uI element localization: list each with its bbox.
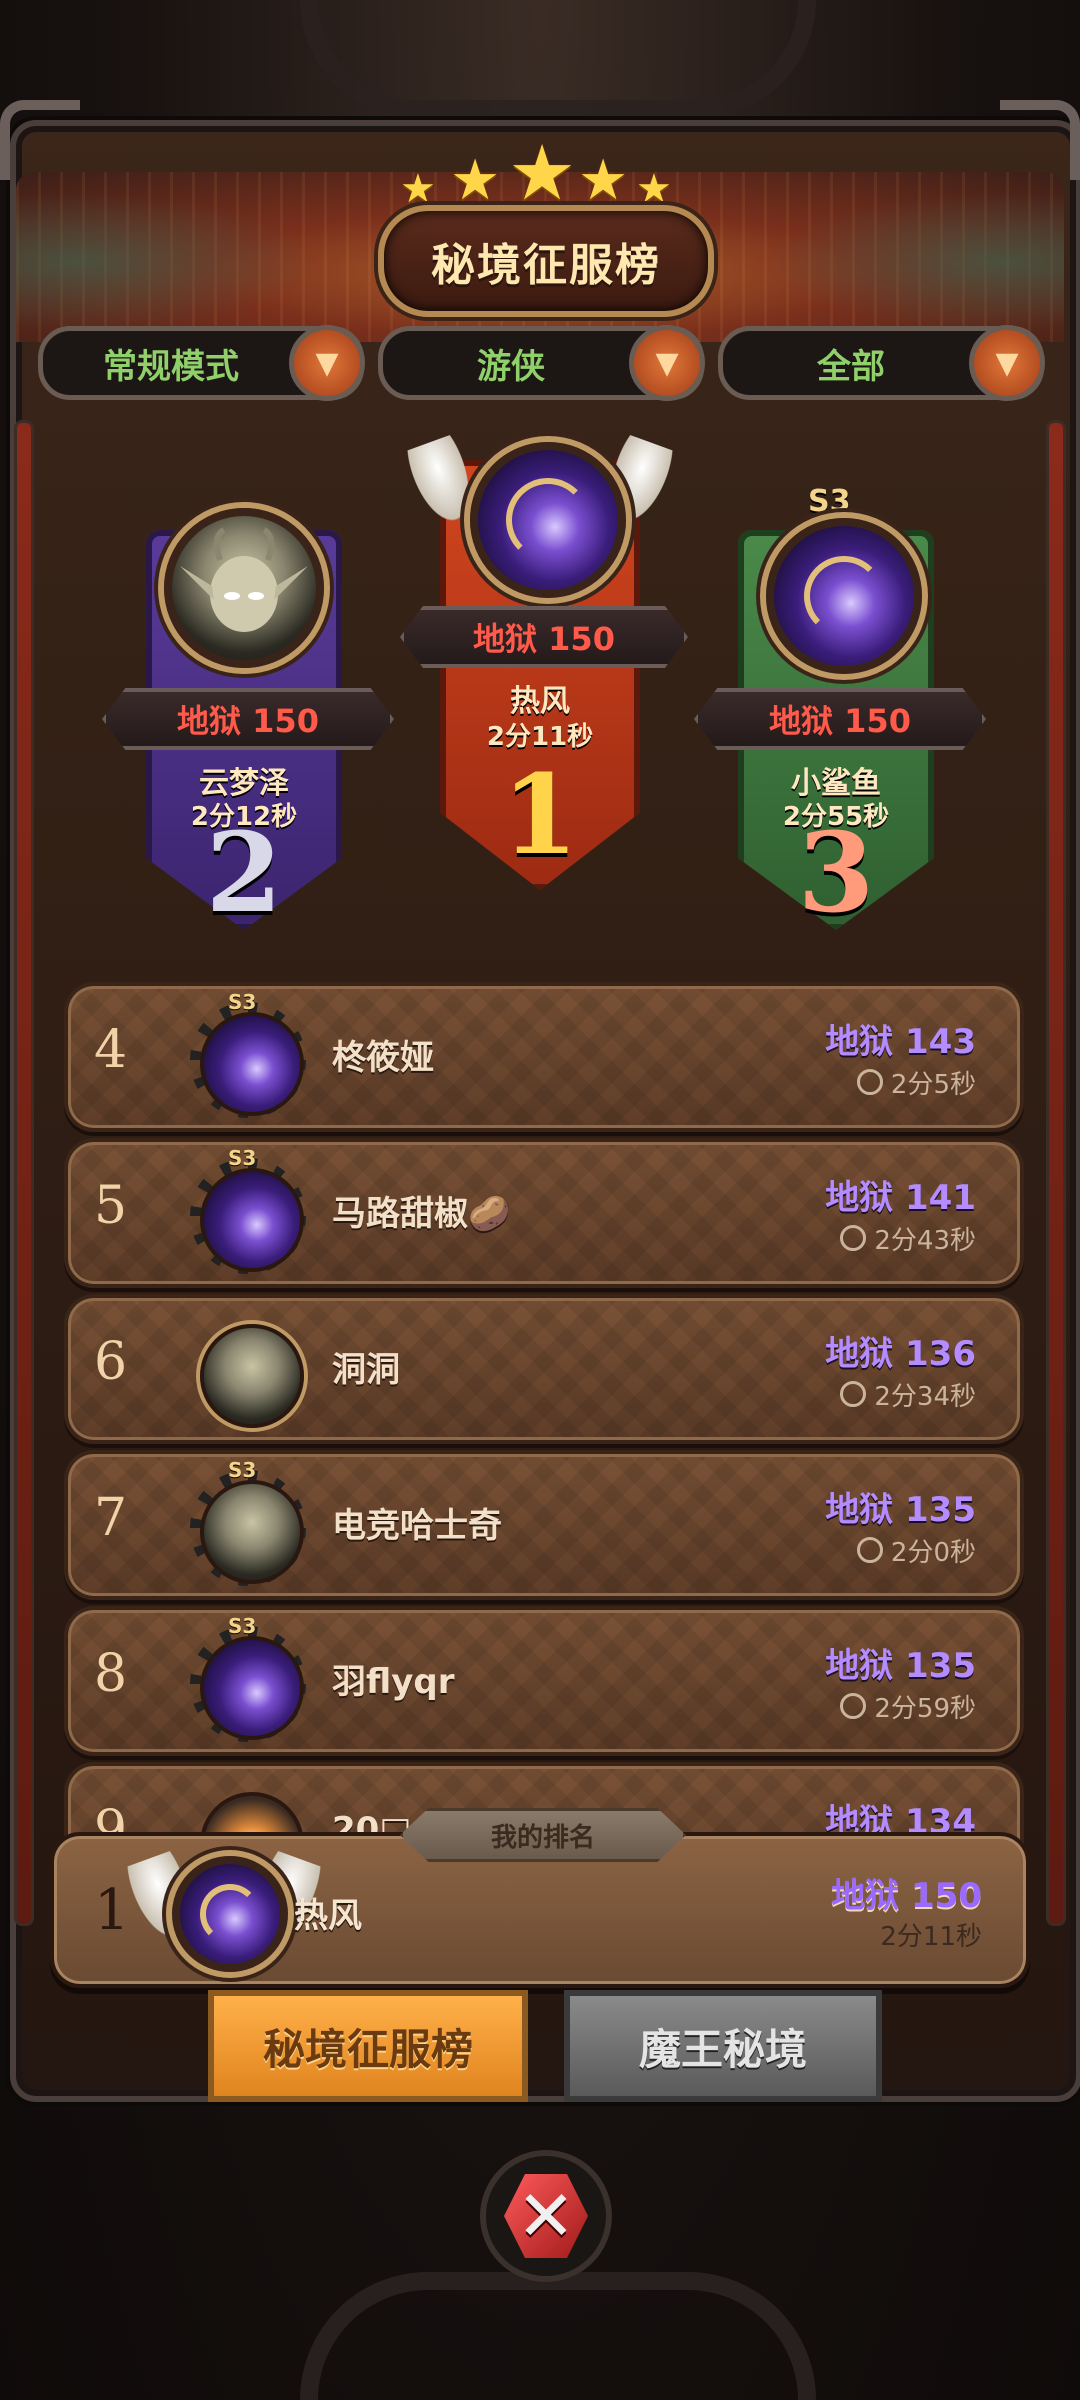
tab-demon-realm[interactable]: 魔王秘境 bbox=[564, 1990, 882, 2102]
podium-score-badge: 地狱 150 bbox=[102, 688, 394, 750]
chevron-down-icon[interactable]: ▼ bbox=[629, 325, 705, 401]
leaderboard-row[interactable]: 7 S3 电竞哈士奇 地狱 135 2分0秒 bbox=[64, 1450, 1024, 1600]
my-rank-number: 1 bbox=[94, 1878, 130, 1943]
avatar bbox=[200, 1012, 304, 1116]
row-time-value: 2分34秒 bbox=[874, 1382, 976, 1412]
leaderboard-row[interactable]: 8 S3 羽flyqr 地狱 135 2分59秒 bbox=[64, 1606, 1024, 1756]
row-time: 2分34秒 bbox=[840, 1376, 976, 1413]
frame-corner-top-right bbox=[1000, 100, 1080, 180]
row-rank: 8 bbox=[94, 1644, 128, 1704]
season-badge: S3 bbox=[228, 990, 257, 1014]
title-plaque: 秘境征服榜 bbox=[378, 205, 714, 317]
row-time: 2分0秒 bbox=[856, 1532, 976, 1569]
avatar bbox=[200, 1636, 304, 1740]
my-rank-tag: 我的排名 bbox=[400, 1808, 686, 1862]
row-time: 2分5秒 bbox=[856, 1064, 976, 1101]
avatar bbox=[200, 1324, 304, 1428]
chevron-down-icon[interactable]: ▼ bbox=[289, 325, 365, 401]
player-name: 羽flyqr bbox=[332, 1662, 455, 1702]
mode-filter-dropdown[interactable]: 常规模式 ▼ bbox=[38, 325, 365, 401]
star-icon: ★ bbox=[578, 148, 629, 213]
star-icon: ★ bbox=[450, 148, 501, 213]
clock-icon bbox=[856, 1069, 883, 1095]
my-score: 地狱 150 bbox=[831, 1876, 982, 1916]
podium-second-place[interactable]: 地狱 150 云梦泽 2分12秒 2 bbox=[102, 460, 394, 940]
star-rating: ★ ★ ★ ★ ★ bbox=[400, 128, 680, 217]
row-rank: 6 bbox=[94, 1332, 128, 1392]
rank-number: 3 bbox=[797, 808, 875, 937]
swirl-emblem-icon bbox=[200, 1884, 260, 1944]
player-name: 柊筱娅 bbox=[332, 1038, 434, 1078]
clear-time: 2分11秒 bbox=[486, 722, 594, 752]
row-time-value: 2分5秒 bbox=[890, 1070, 976, 1100]
player-name: 热风 bbox=[510, 684, 570, 719]
close-button[interactable]: ✕ bbox=[480, 2150, 612, 2282]
podium-score-badge: 地狱 150 bbox=[400, 606, 688, 668]
bottom-ornament bbox=[300, 2272, 816, 2400]
close-icon: ✕ bbox=[504, 2174, 588, 2258]
mode-filter-label: 常规模式 bbox=[103, 346, 239, 387]
side-rail-left bbox=[14, 420, 34, 1926]
star-icon: ★ bbox=[508, 128, 577, 217]
avatar bbox=[200, 1168, 304, 1272]
row-rank: 4 bbox=[94, 1020, 128, 1080]
class-filter-dropdown[interactable]: 游侠 ▼ bbox=[378, 325, 705, 401]
elf-portrait-icon bbox=[180, 527, 308, 632]
class-filter-label: 游侠 bbox=[477, 346, 545, 387]
podium-third-place[interactable]: S3 地狱 150 小鲨鱼 2分55秒 3 bbox=[694, 460, 986, 940]
frame-corner-top-left bbox=[0, 100, 80, 180]
season-badge: S3 bbox=[228, 1614, 257, 1638]
leaderboard-row[interactable]: 5 S3 马路甜椒🥔 地狱 141 2分43秒 bbox=[64, 1138, 1024, 1288]
top-ornament bbox=[300, 0, 816, 118]
podium-first-place[interactable]: 地狱 150 热风 2分11秒 1 bbox=[400, 420, 688, 940]
chevron-down-icon[interactable]: ▼ bbox=[969, 325, 1045, 401]
avatar bbox=[164, 508, 324, 668]
page-title: 秘境征服榜 bbox=[431, 240, 661, 291]
podium-score-badge: 地狱 150 bbox=[694, 688, 986, 750]
avatar bbox=[470, 442, 626, 598]
my-time-value: 2分11秒 bbox=[880, 1922, 982, 1952]
clock-icon bbox=[856, 1537, 883, 1563]
row-time: 2分59秒 bbox=[840, 1688, 976, 1725]
player-name: 热风 bbox=[294, 1896, 362, 1936]
avatar bbox=[200, 1480, 304, 1584]
leaderboard-row[interactable]: 4 S3 柊筱娅 地狱 143 2分5秒 bbox=[64, 982, 1024, 1132]
header-glow-right bbox=[764, 192, 1064, 332]
row-time-value: 2分59秒 bbox=[874, 1694, 976, 1724]
header-glow-left bbox=[16, 192, 316, 332]
row-time: 2分43秒 bbox=[840, 1220, 976, 1257]
swirl-emblem-icon bbox=[804, 556, 884, 636]
season-badge: S3 bbox=[228, 1458, 257, 1482]
row-score: 地狱 141 bbox=[825, 1178, 976, 1218]
leaderboard-row[interactable]: 6 洞洞 地狱 136 2分34秒 bbox=[64, 1294, 1024, 1444]
row-time-value: 2分43秒 bbox=[874, 1226, 976, 1256]
clock-icon bbox=[840, 1693, 867, 1719]
clock-icon bbox=[840, 1225, 867, 1251]
my-time: 2分11秒 bbox=[880, 1916, 982, 1953]
player-name: 洞洞 bbox=[332, 1350, 400, 1390]
row-rank: 7 bbox=[94, 1488, 128, 1548]
rank-number: 2 bbox=[205, 808, 283, 937]
clock-icon bbox=[840, 1381, 867, 1407]
swirl-emblem-icon bbox=[506, 478, 590, 562]
player-name: 电竞哈士奇 bbox=[332, 1506, 502, 1546]
tab-leaderboard[interactable]: 秘境征服榜 bbox=[208, 1990, 528, 2102]
scope-filter-label: 全部 bbox=[817, 346, 885, 387]
row-time-value: 2分0秒 bbox=[890, 1538, 976, 1568]
season-badge: S3 bbox=[808, 484, 851, 519]
row-score: 地狱 143 bbox=[825, 1022, 976, 1062]
row-score: 地狱 135 bbox=[825, 1646, 976, 1686]
row-score: 地狱 136 bbox=[825, 1334, 976, 1374]
avatar bbox=[766, 518, 922, 674]
avatar bbox=[172, 1856, 288, 1972]
season-badge: S3 bbox=[228, 1146, 257, 1170]
rank-number: 1 bbox=[501, 750, 579, 879]
player-name: 马路甜椒🥔 bbox=[332, 1194, 511, 1234]
row-rank: 5 bbox=[94, 1176, 128, 1236]
side-rail-right bbox=[1046, 420, 1066, 1926]
scope-filter-dropdown[interactable]: 全部 ▼ bbox=[718, 325, 1045, 401]
row-score: 地狱 135 bbox=[825, 1490, 976, 1530]
